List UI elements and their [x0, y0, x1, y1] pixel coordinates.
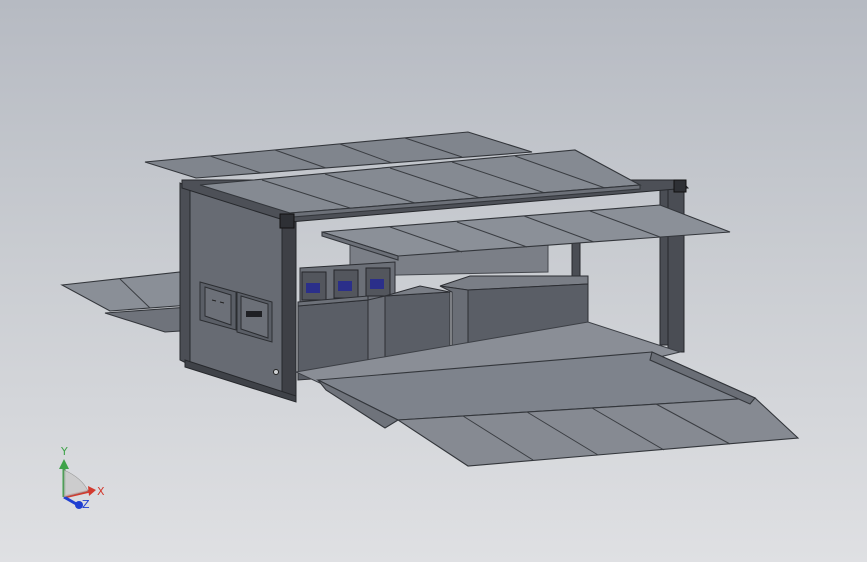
y-axis-label: Y	[60, 445, 68, 458]
left-wing-solar-panel[interactable]	[60, 271, 197, 333]
z-axis-arrow	[63, 495, 83, 509]
corner-fitting-back-right	[673, 179, 687, 193]
door-handle-icon	[273, 369, 279, 375]
frame-post-mid	[659, 179, 669, 346]
corner-fitting-front-left	[279, 213, 295, 229]
battery-module-2[interactable]	[333, 269, 359, 299]
battery-module-3[interactable]	[365, 267, 391, 297]
model-canvas[interactable]: Y X Z	[0, 0, 867, 562]
x-axis-label: X	[97, 485, 105, 498]
z-axis-label: Z	[82, 498, 90, 511]
frame-post-back-left	[571, 242, 581, 281]
battery-module-1[interactable]	[301, 271, 327, 301]
cad-3d-viewport[interactable]: Y X Z	[0, 0, 867, 562]
orientation-triad[interactable]: Y X Z	[59, 445, 105, 511]
